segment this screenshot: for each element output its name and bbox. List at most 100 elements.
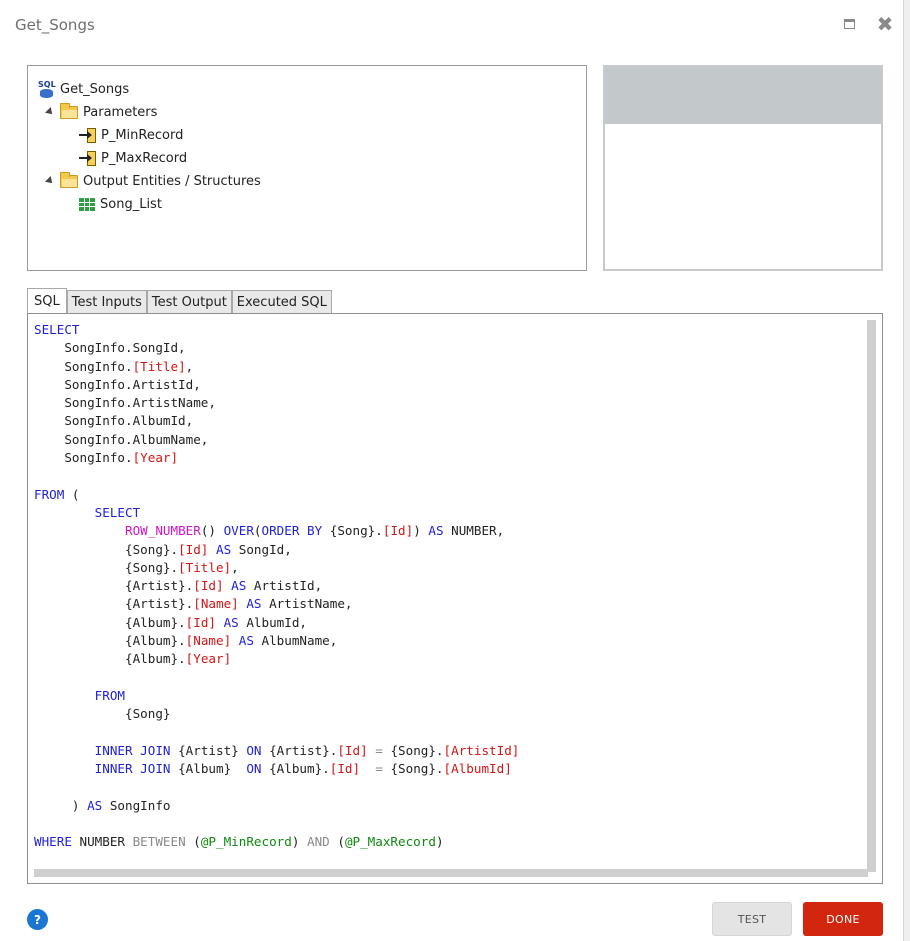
test-button[interactable]: TEST xyxy=(712,902,792,936)
sql-text: {Song}. xyxy=(322,523,383,539)
code-line: SELECT xyxy=(34,321,519,339)
sql-keyword: AS xyxy=(238,633,254,649)
sql-text: SongInfo. xyxy=(34,358,133,374)
code-line: FROM ( xyxy=(34,486,519,504)
maximize-button[interactable] xyxy=(840,15,858,33)
sql-editor[interactable]: SELECT SongInfo.SongId, SongInfo.[Title]… xyxy=(27,313,883,884)
sql-text: {Song}. xyxy=(382,761,444,777)
code-line: INNER JOIN {Album} ON {Album}.[Id] = {So… xyxy=(34,760,519,778)
tab-sql[interactable]: SQL xyxy=(27,288,67,313)
done-button[interactable]: DONE xyxy=(803,902,883,936)
sql-keyword: FROM xyxy=(94,687,126,703)
sql-keyword: AS xyxy=(246,596,262,612)
sql-text: () xyxy=(200,523,224,539)
sql-keyword: INNER JOIN xyxy=(94,761,171,777)
code-line: SongInfo.AlbumName, xyxy=(34,431,519,449)
sql-text: , xyxy=(231,559,239,575)
sql-text: NUMBER, xyxy=(443,523,505,539)
tab-test-inputs[interactable]: Test Inputs xyxy=(66,290,147,313)
sql-identifier: [Id] xyxy=(185,614,216,630)
sql-identifier: [ArtistId] xyxy=(443,742,520,758)
expand-arrow-icon[interactable] xyxy=(45,176,55,186)
sql-keyword: WHERE xyxy=(34,834,72,850)
folder-open-icon xyxy=(60,171,78,188)
sql-identifier: [Id] xyxy=(337,742,368,758)
close-button[interactable]: ✖ xyxy=(876,12,894,36)
tree-root[interactable]: SQL Get_Songs xyxy=(38,79,129,99)
sql-text: {Artist} xyxy=(170,742,247,758)
tree-item-label: P_MaxRecord xyxy=(101,150,188,166)
code-line: ROW_NUMBER() OVER(ORDER BY {Song}.[Id]) … xyxy=(34,522,519,540)
sql-text: ) xyxy=(34,797,88,813)
sql-text: SongInfo.SongId, xyxy=(34,340,186,356)
dialog-title: Get_Songs xyxy=(15,16,95,34)
horizontal-scrollbar[interactable] xyxy=(34,869,868,877)
sql-identifier: [Name] xyxy=(193,596,239,612)
code-line: SELECT xyxy=(34,504,519,522)
sql-text: SongInfo.AlbumId, xyxy=(34,413,194,429)
tree-item-label: Song_List xyxy=(100,196,162,212)
sql-text: {Artist}. xyxy=(34,578,194,594)
sql-text: {Artist}. xyxy=(34,596,194,612)
sql-identifier: [Year] xyxy=(132,450,179,466)
tree-item-parameter[interactable]: P_MaxRecord xyxy=(79,148,187,168)
code-line: SongInfo.[Title], xyxy=(34,358,519,376)
sql-text: ( xyxy=(329,834,345,850)
sql-text: {Artist}. xyxy=(261,742,338,758)
tree-item-parameter[interactable]: P_MinRecord xyxy=(79,125,183,145)
sql-text: SongInfo xyxy=(102,797,171,813)
sql-keyword: AS xyxy=(428,523,444,539)
vertical-scrollbar[interactable] xyxy=(867,320,876,872)
code-line: WHERE NUMBER BETWEEN (@P_MinRecord) AND … xyxy=(34,833,519,851)
tab-executed-sql[interactable]: Executed SQL xyxy=(231,290,332,313)
sql-operator: = xyxy=(375,761,383,777)
sql-text: {Album}. xyxy=(34,651,186,667)
sql-text: {Song}. xyxy=(34,559,179,575)
sql-keyword: ON xyxy=(246,742,262,758)
tree-root-label: Get_Songs xyxy=(60,81,130,97)
sql-keyword: SELECT xyxy=(94,504,141,520)
sql-query-icon: SQL xyxy=(38,80,56,98)
sql-text: {Album}. xyxy=(34,614,186,630)
sql-operator: BETWEEN xyxy=(132,834,186,850)
sql-keyword: SELECT xyxy=(34,322,80,337)
sql-text: {Album} xyxy=(170,761,247,777)
close-icon: ✖ xyxy=(876,12,894,36)
sql-text: SongId, xyxy=(231,541,292,557)
sql-keyword: ORDER BY xyxy=(261,523,323,539)
tab-test-output[interactable]: Test Output xyxy=(146,290,232,313)
code-line: SongInfo.SongId, xyxy=(34,339,519,357)
sql-keyword: AS xyxy=(87,797,103,813)
code-line: {Song} xyxy=(34,705,519,723)
sql-code[interactable]: SELECT SongInfo.SongId, SongInfo.[Title]… xyxy=(34,321,519,852)
sql-text: SongInfo.ArtistId, xyxy=(34,376,201,392)
preview-header xyxy=(605,67,881,124)
help-button[interactable]: ? xyxy=(27,909,48,930)
tree-item-output[interactable]: Song_List xyxy=(79,194,162,214)
sql-text: {Song}. xyxy=(34,541,179,557)
sql-text: ( xyxy=(64,486,80,502)
expand-arrow-icon[interactable] xyxy=(45,107,55,117)
code-line: FROM xyxy=(34,687,519,705)
sql-text: AlbumName, xyxy=(253,633,338,649)
tree-node-parameters[interactable]: Parameters xyxy=(45,102,157,122)
sql-text: {Album}. xyxy=(261,761,330,777)
sql-keyword: AS xyxy=(223,614,239,630)
sql-keyword: FROM xyxy=(34,486,65,502)
code-line: ) AS SongInfo xyxy=(34,797,519,815)
tree-node-outputs[interactable]: Output Entities / Structures xyxy=(45,171,261,191)
sql-keyword: AS xyxy=(231,578,247,594)
sql-keyword: AS xyxy=(216,541,232,557)
query-tree-panel: SQL Get_Songs Parameters P_MinRecord P_M… xyxy=(27,65,587,271)
sql-identifier: [Id] xyxy=(178,541,209,557)
sql-text: NUMBER xyxy=(71,834,133,850)
